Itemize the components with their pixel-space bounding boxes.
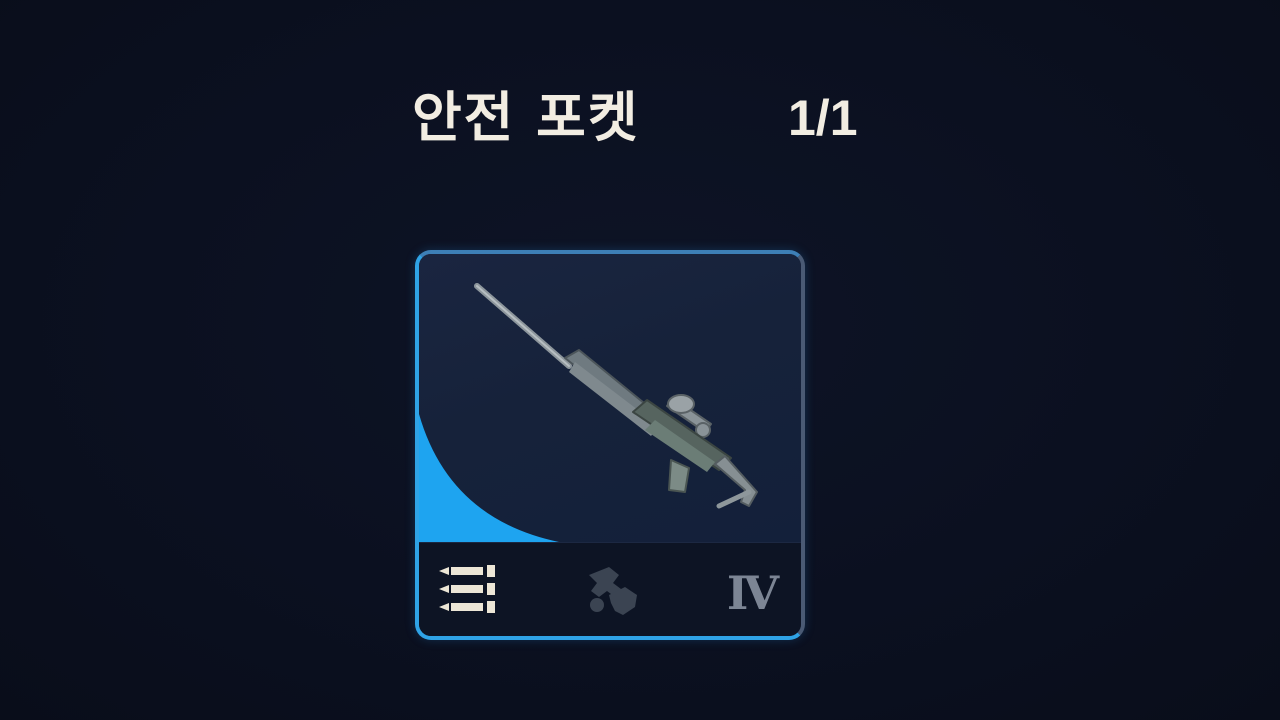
item-info-bar: Ⅳ (419, 542, 801, 636)
sniper-rifle-icon (474, 283, 758, 509)
ammo-magazine-icon (439, 565, 495, 613)
attachment-parts-icon (589, 567, 637, 615)
safe-pocket-capacity: 1/1 (788, 90, 858, 146)
safe-pocket-item-slot[interactable]: Ⅳ (415, 250, 805, 640)
safe-pocket-title: 안전 포켓 (412, 86, 640, 149)
tier-badge: Ⅳ (727, 566, 780, 620)
safe-pocket-header: 안전 포켓 1/1 (412, 78, 872, 158)
item-image-area (419, 254, 801, 542)
tier-label: Ⅳ (727, 566, 780, 620)
screen: { "pocket": { "title": "안전 포켓", "count":… (0, 0, 1280, 720)
